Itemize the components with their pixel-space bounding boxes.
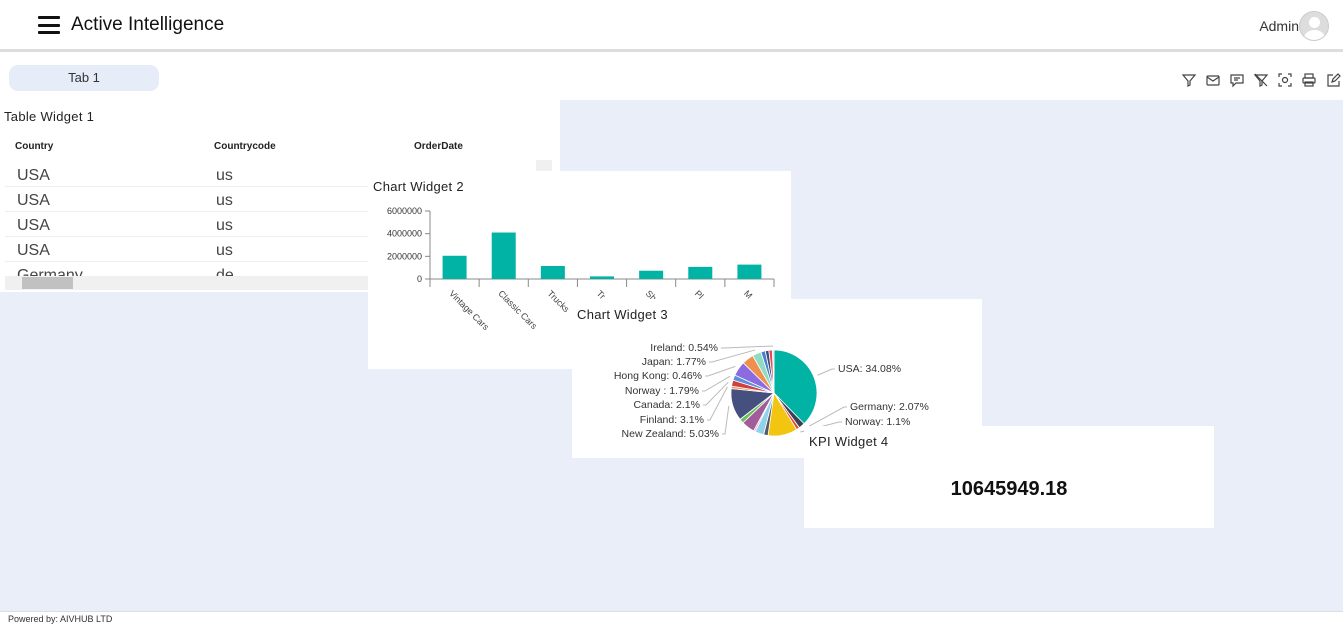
bar[interactable]: [688, 266, 713, 279]
label-leader-line: [705, 365, 736, 377]
table-cell: us: [216, 217, 233, 234]
slice-label: Norway : 1.79%: [625, 385, 699, 397]
y-tick-label: 2000000: [387, 251, 422, 261]
slice-label: New Zealand: 5.03%: [622, 428, 719, 440]
widget-title: Table Widget 1: [4, 109, 95, 124]
x-tick-label: Vintage Cars: [447, 288, 491, 332]
comment-icon[interactable]: [1229, 72, 1245, 88]
horizontal-scrollbar[interactable]: [5, 276, 370, 290]
widget-title: KPI Widget 4: [809, 434, 889, 449]
slice-label: Hong Kong: 0.46%: [614, 370, 702, 382]
slice-label: Finland: 3.1%: [640, 414, 704, 426]
label-leader-line: [707, 386, 728, 421]
column-header[interactable]: Country: [15, 141, 53, 152]
y-tick-label: 4000000: [387, 229, 422, 239]
tab-1[interactable]: Tab 1: [9, 65, 159, 91]
user-name[interactable]: Admin: [1259, 18, 1299, 34]
y-tick-label: 6000000: [387, 206, 422, 216]
column-header[interactable]: OrderDate: [414, 141, 463, 152]
bar[interactable]: [737, 264, 762, 279]
bar[interactable]: [639, 270, 664, 279]
app-title: Active Intelligence: [71, 14, 225, 35]
screenshot-icon[interactable]: [1277, 72, 1293, 88]
table-cell: us: [216, 167, 233, 184]
edit-icon[interactable]: [1325, 72, 1341, 88]
slice-label: Ireland: 0.54%: [650, 342, 718, 354]
table-cell: USA: [17, 167, 50, 184]
dashboard-toolbar: [1181, 72, 1341, 88]
clear-filter-icon[interactable]: [1253, 72, 1269, 88]
table-cell: USA: [17, 192, 50, 209]
slice-label: USA: 34.08%: [838, 363, 901, 375]
app-header: Active Intelligence Admin: [0, 0, 1343, 52]
column-header[interactable]: Countrycode: [214, 141, 276, 152]
kpi-value: 10645949.18: [950, 478, 1068, 500]
table-cell: us: [216, 192, 233, 209]
print-icon[interactable]: [1301, 72, 1317, 88]
table-cell: USA: [17, 242, 50, 259]
table-cell: USA: [17, 217, 50, 234]
hamburger-menu-icon[interactable]: [38, 16, 60, 34]
label-leader-line: [721, 345, 774, 349]
slice-label: Germany: 2.07%: [850, 401, 929, 413]
x-tick-label: Classic Cars: [496, 288, 539, 331]
bar[interactable]: [590, 276, 614, 279]
kpi-widget: KPI Widget 4 10645949.18: [804, 426, 1214, 528]
label-leader-line: [722, 405, 730, 435]
filter-icon[interactable]: [1181, 72, 1197, 88]
y-tick-label: 0: [417, 274, 422, 284]
avatar[interactable]: [1299, 11, 1329, 41]
slice-label: Canada: 2.1%: [633, 399, 700, 411]
table-cell: Germany: [17, 267, 83, 276]
label-leader-line: [817, 368, 835, 376]
table-cell: us: [216, 242, 233, 259]
table-cell: de: [216, 267, 234, 276]
bar[interactable]: [540, 265, 565, 279]
label-leader-line: [703, 381, 729, 406]
mail-icon[interactable]: [1205, 72, 1221, 88]
x-tick-label: Trucks: [545, 288, 571, 314]
slice-label: Japan: 1.77%: [642, 356, 706, 368]
bar[interactable]: [491, 232, 516, 279]
bar[interactable]: [442, 255, 467, 279]
footer: Powered by: AIVHUB LTD: [0, 611, 1343, 624]
